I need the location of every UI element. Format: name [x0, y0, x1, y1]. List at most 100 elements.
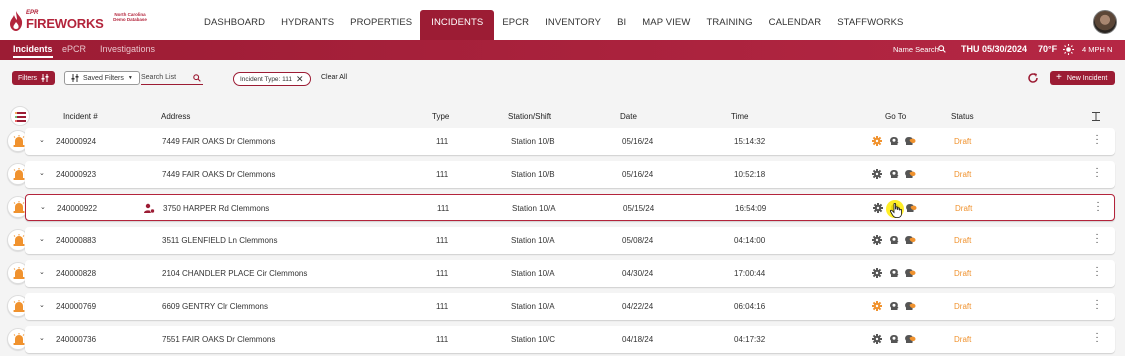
table-row[interactable]: ⌄ 240000769 6609 GENTRY Clr Clemmons 111 Sta… [25, 293, 1115, 320]
head-gear-icon[interactable] [889, 334, 899, 344]
gear-icon[interactable] [872, 235, 882, 245]
nav-epcr[interactable]: EPCR [494, 10, 537, 40]
header-goto: Go To [885, 112, 907, 121]
row-menu-icon[interactable]: · · · [1095, 296, 1099, 314]
refresh-icon[interactable] [1027, 72, 1039, 84]
table-row[interactable]: ⌄ 240000828 2104 CHANDLER PLACE Cir Clemmo… [25, 260, 1115, 287]
row-menu-icon[interactable]: · · · [1095, 263, 1099, 281]
row-menu-icon[interactable]: · · · [1095, 230, 1099, 248]
tab-epcr[interactable]: ePCR [62, 44, 86, 54]
chevron-down-icon[interactable]: ⌄ [39, 235, 45, 243]
chevron-down-icon[interactable]: ⌄ [39, 136, 45, 144]
table-row[interactable]: ⌄ 240000922 3750 HARPER Rd Clemmons 111 Stat… [25, 194, 1115, 221]
incident-number[interactable]: 240000922 [57, 204, 97, 213]
row-menu-icon[interactable]: · · · [1096, 198, 1100, 216]
incident-time: 16:54:09 [735, 204, 767, 213]
table-row[interactable]: ⌄ 240000924 7449 FAIR OAKS Dr Clemmons 111 S… [25, 128, 1115, 155]
incident-date: 05/08/24 [622, 236, 654, 245]
table-row[interactable]: ⌄ 240000883 3511 GLENFIELD Ln Clemmons 111 S… [25, 227, 1115, 254]
head-gear-icon[interactable] [889, 235, 899, 245]
row-menu-icon[interactable]: · · · [1095, 329, 1099, 347]
nav-calendar[interactable]: CALENDAR [761, 10, 830, 40]
header-address[interactable]: Address [161, 112, 190, 121]
head-gear-icon[interactable] [889, 301, 899, 311]
chevron-down-icon[interactable]: ⌄ [40, 203, 46, 211]
incident-type: 111 [436, 170, 449, 179]
incident-number[interactable]: 240000883 [56, 236, 96, 245]
nav-training[interactable]: TRAINING [698, 10, 760, 40]
tab-investigations[interactable]: Investigations [100, 44, 155, 54]
header-time[interactable]: Time [731, 112, 748, 121]
station-shift: Station 10/B [511, 137, 555, 146]
organization-name: North Carolina Demo Database [113, 12, 147, 22]
new-incident-label: New Incident [1066, 74, 1108, 82]
incident-number[interactable]: 240000924 [56, 137, 96, 146]
gear-icon[interactable] [872, 136, 882, 146]
search-list-input[interactable]: Search List [141, 72, 203, 85]
header-type[interactable]: Type [432, 112, 449, 121]
sliders-icon [41, 74, 49, 82]
table-header: Incident # Address Type Station/Shift Da… [0, 106, 1125, 126]
head-orange-icon[interactable] [905, 169, 916, 179]
chevron-down-icon[interactable]: ⌄ [39, 268, 45, 276]
head-gear-icon[interactable] [889, 169, 899, 179]
incident-number[interactable]: 240000828 [56, 269, 96, 278]
close-icon[interactable]: ✕ [296, 74, 304, 85]
nav-properties[interactable]: PROPERTIES [342, 10, 420, 40]
clear-all-button[interactable]: Clear All [321, 74, 347, 81]
row-menu-icon[interactable]: · · · [1095, 131, 1099, 149]
search-icon[interactable] [938, 45, 946, 53]
header-status[interactable]: Status [951, 112, 974, 121]
app-logo[interactable]: EPR FIREWORKS [8, 9, 104, 33]
search-list-placeholder: Search List [141, 74, 177, 81]
header-incident[interactable]: Incident # [63, 112, 98, 121]
column-resize-icon[interactable] [1092, 112, 1100, 121]
header-station[interactable]: Station/Shift [508, 112, 551, 121]
nav-staffworks[interactable]: STAFFWORKS [829, 10, 911, 40]
nav-hydrants[interactable]: HYDRANTS [273, 10, 342, 40]
incident-number[interactable]: 240000736 [56, 335, 96, 344]
fire-bell-icon [13, 201, 25, 213]
nav-map-view[interactable]: MAP VIEW [634, 10, 698, 40]
nav-inventory[interactable]: INVENTORY [537, 10, 609, 40]
station-shift: Station 10/C [511, 335, 556, 344]
gear-icon[interactable] [872, 169, 882, 179]
row-menu-icon[interactable]: · · · [1095, 164, 1099, 182]
hand-cursor-icon [890, 203, 902, 218]
head-gear-icon[interactable] [889, 268, 899, 278]
chevron-down-icon[interactable]: ⌄ [39, 169, 45, 177]
header-date[interactable]: Date [620, 112, 637, 121]
head-orange-icon[interactable] [905, 235, 916, 245]
tab-incidents[interactable]: Incidents [13, 44, 53, 58]
incident-number[interactable]: 240000923 [56, 170, 96, 179]
gear-icon[interactable] [872, 268, 882, 278]
filters-button[interactable]: Filters [12, 71, 56, 85]
nav-dashboard[interactable]: DASHBOARD [196, 10, 273, 40]
chevron-down-icon[interactable]: ⌄ [39, 301, 45, 309]
gear-icon[interactable] [872, 334, 882, 344]
incident-address: 6609 GENTRY Clr Clemmons [162, 302, 268, 311]
incident-address: 7449 FAIR OAKS Dr Clemmons [162, 137, 276, 146]
user-avatar[interactable] [1093, 10, 1117, 34]
nav-incidents[interactable]: INCIDENTS [420, 10, 495, 40]
head-gear-icon[interactable] [889, 136, 899, 146]
name-search-link[interactable]: Name Search [893, 45, 939, 54]
table-row[interactable]: ⌄ 240000736 7551 FAIR OAKS Dr Clemmons 111 S… [25, 326, 1115, 353]
search-icon[interactable] [193, 74, 201, 82]
gear-icon[interactable] [872, 301, 882, 311]
head-orange-icon[interactable] [905, 268, 916, 278]
incident-number[interactable]: 240000769 [56, 302, 96, 311]
status-badge: Draft [954, 236, 972, 245]
fire-bell-icon [13, 300, 25, 312]
gear-icon[interactable] [873, 203, 883, 213]
head-orange-icon[interactable] [906, 203, 917, 213]
head-orange-icon[interactable] [905, 301, 916, 311]
head-orange-icon[interactable] [905, 334, 916, 344]
saved-filters-dropdown[interactable]: Saved Filters ▼ [64, 71, 140, 85]
nav-bi[interactable]: BI [609, 10, 634, 40]
chevron-down-icon[interactable]: ⌄ [39, 334, 45, 342]
incident-address: 7449 FAIR OAKS Dr Clemmons [162, 170, 276, 179]
head-orange-icon[interactable] [905, 136, 916, 146]
table-row[interactable]: ⌄ 240000923 7449 FAIR OAKS Dr Clemmons 111 S… [25, 161, 1115, 188]
new-incident-button[interactable]: + New Incident [1050, 71, 1115, 85]
